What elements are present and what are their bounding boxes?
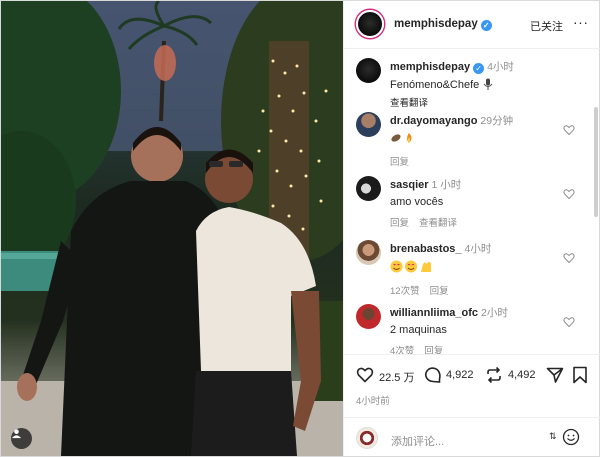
- reply-button[interactable]: 回复: [424, 346, 443, 354]
- comment-avatar[interactable]: [356, 112, 381, 137]
- emoji-icons: [390, 260, 431, 273]
- like-comment-heart-icon[interactable]: [563, 188, 575, 200]
- caption-time[interactable]: 4小时: [487, 61, 514, 73]
- likes-count[interactable]: 22.5 万: [379, 369, 414, 385]
- comment-time[interactable]: 2小时: [481, 307, 508, 319]
- comment-text: 2 maquinas: [390, 324, 447, 336]
- comments-scrollbar[interactable]: [594, 107, 598, 217]
- more-options-icon[interactable]: ···: [573, 14, 589, 30]
- caption-avatar[interactable]: [356, 58, 381, 83]
- share-send-icon[interactable]: [546, 366, 564, 384]
- comment-username[interactable]: brenabastos_: [390, 243, 462, 255]
- following-button[interactable]: 已关注: [530, 18, 563, 34]
- reply-button[interactable]: 回复: [390, 218, 409, 229]
- comment-time[interactable]: 4小时: [465, 243, 492, 255]
- verified-badge-icon: ✓: [480, 20, 492, 31]
- like-comment-heart-icon[interactable]: [563, 252, 575, 264]
- post-header: memphisdepay ✓ 已关注 ···: [344, 1, 600, 49]
- save-bookmark-icon[interactable]: [572, 366, 588, 384]
- person-icon: [11, 429, 22, 439]
- emoji-picker-icon[interactable]: [562, 428, 580, 446]
- comment-composer: 添加评论... ⇅: [344, 417, 600, 457]
- comment-emojis: [390, 260, 580, 276]
- comment-time[interactable]: 29分钟: [480, 115, 513, 127]
- like-comment-heart-icon[interactable]: [563, 316, 575, 328]
- comments-list[interactable]: memphisdepay ✓ 4小时 Fenómeno&Chefe 查看翻译 dr.…: [344, 49, 600, 354]
- post-action-bar: 22.5 万 4,922 4,492 4小时前 添加评论... ⇅: [344, 354, 600, 456]
- comments-count[interactable]: 4,922: [446, 369, 474, 381]
- like-comment-heart-icon[interactable]: [563, 124, 575, 136]
- caption-text: Fenómeno&Chefe: [390, 78, 580, 93]
- reply-button[interactable]: 回复: [390, 157, 409, 168]
- post-sidebar: memphisdepay ✓ 已关注 ··· memphisdepay ✓ 4小时 F…: [343, 1, 600, 456]
- comment-bubble-icon[interactable]: [424, 366, 442, 384]
- user-tag-icon[interactable]: [11, 428, 32, 449]
- sort-arrows-icon[interactable]: ⇅: [549, 431, 557, 442]
- like-count[interactable]: 12次赞: [390, 286, 420, 297]
- author-username[interactable]: memphisdepay ✓: [394, 18, 492, 31]
- comment-username[interactable]: williannliima_ofc: [390, 307, 478, 319]
- see-translation-button[interactable]: 查看翻译: [419, 218, 457, 229]
- comment-time[interactable]: 1 小时: [432, 179, 462, 191]
- like-count[interactable]: 4次赞: [390, 346, 414, 354]
- author-avatar[interactable]: [356, 10, 384, 38]
- comment-username[interactable]: dr.dayomayango: [390, 115, 477, 127]
- comment-input[interactable]: 添加评论...: [391, 433, 444, 449]
- repost-icon[interactable]: [485, 366, 503, 384]
- microphone-emoji-icon: [482, 78, 494, 93]
- comment-username[interactable]: sasqier: [390, 179, 429, 191]
- verified-badge-icon: ✓: [473, 63, 485, 74]
- caption-username[interactable]: memphisdepay: [390, 61, 470, 73]
- like-heart-icon[interactable]: [356, 366, 374, 384]
- comment-text: amo vocês: [390, 196, 444, 208]
- emoji-icons: [391, 133, 412, 143]
- reply-button[interactable]: 回复: [430, 286, 449, 297]
- comment-avatar[interactable]: [356, 176, 381, 201]
- viewer-avatar: [356, 427, 378, 449]
- comment-emojis: [390, 132, 580, 147]
- caption-translate-link[interactable]: 查看翻译: [390, 95, 580, 109]
- comment-avatar[interactable]: [356, 240, 381, 265]
- reposts-count[interactable]: 4,492: [508, 369, 536, 381]
- photo-illustration: [1, 1, 343, 456]
- comment-avatar[interactable]: [356, 304, 381, 329]
- post-timestamp[interactable]: 4小时前: [356, 393, 390, 407]
- post-photo[interactable]: [1, 1, 343, 456]
